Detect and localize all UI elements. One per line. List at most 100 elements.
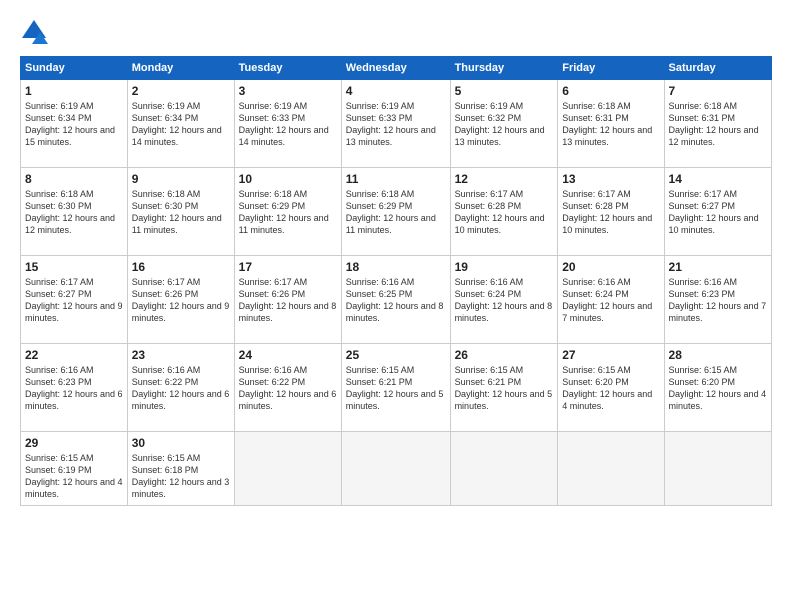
day-info: Sunrise: 6:17 AMSunset: 6:27 PMDaylight:…	[669, 188, 767, 237]
calendar-cell	[558, 432, 664, 506]
day-info: Sunrise: 6:17 AMSunset: 6:26 PMDaylight:…	[132, 276, 230, 325]
day-info: Sunrise: 6:16 AMSunset: 6:25 PMDaylight:…	[346, 276, 446, 325]
day-number: 13	[562, 172, 659, 186]
calendar-cell: 26 Sunrise: 6:15 AMSunset: 6:21 PMDayligh…	[450, 344, 558, 432]
calendar-cell: 16Sunrise: 6:17 AMSunset: 6:26 PMDayligh…	[127, 256, 234, 344]
calendar-cell: 6 Sunrise: 6:18 AMSunset: 6:31 PMDaylight…	[558, 80, 664, 168]
week-row-1: 8 Sunrise: 6:18 AMSunset: 6:30 PMDaylight…	[21, 168, 772, 256]
weekday-header-row: SundayMondayTuesdayWednesdayThursdayFrid…	[21, 57, 772, 80]
calendar-cell: 7 Sunrise: 6:18 AMSunset: 6:31 PMDaylight…	[664, 80, 771, 168]
day-info: Sunrise: 6:18 AMSunset: 6:30 PMDaylight:…	[25, 188, 123, 237]
day-number: 3	[239, 84, 337, 98]
day-info: Sunrise: 6:17 AMSunset: 6:28 PMDaylight:…	[455, 188, 554, 237]
weekday-thursday: Thursday	[450, 57, 558, 80]
calendar-cell: 22 Sunrise: 6:16 AMSunset: 6:23 PMDayligh…	[21, 344, 128, 432]
calendar-cell	[664, 432, 771, 506]
calendar-cell: 21 Sunrise: 6:16 AMSunset: 6:23 PMDayligh…	[664, 256, 771, 344]
calendar-cell: 12Sunrise: 6:17 AMSunset: 6:28 PMDayligh…	[450, 168, 558, 256]
calendar-cell: 18 Sunrise: 6:16 AMSunset: 6:25 PMDayligh…	[341, 256, 450, 344]
calendar-cell: 30 Sunrise: 6:15 AMSunset: 6:18 PMDayligh…	[127, 432, 234, 506]
logo	[20, 18, 52, 46]
week-row-4: 29 Sunrise: 6:15 AMSunset: 6:19 PMDayligh…	[21, 432, 772, 506]
day-number: 1	[25, 84, 123, 98]
calendar-cell: 27 Sunrise: 6:15 AMSunset: 6:20 PMDayligh…	[558, 344, 664, 432]
calendar-cell	[341, 432, 450, 506]
calendar-cell: 25 Sunrise: 6:15 AMSunset: 6:21 PMDayligh…	[341, 344, 450, 432]
day-number: 21	[669, 260, 767, 274]
day-number: 29	[25, 436, 123, 450]
day-number: 2	[132, 84, 230, 98]
logo-icon	[20, 18, 48, 46]
calendar-cell: 11 Sunrise: 6:18 AMSunset: 6:29 PMDayligh…	[341, 168, 450, 256]
day-number: 24	[239, 348, 337, 362]
calendar-cell: 3Sunrise: 6:19 AMSunset: 6:33 PMDaylight…	[234, 80, 341, 168]
calendar-cell	[234, 432, 341, 506]
day-info: Sunrise: 6:17 AMSunset: 6:26 PMDaylight:…	[239, 276, 337, 325]
week-row-0: 1 Sunrise: 6:19 AMSunset: 6:34 PMDaylight…	[21, 80, 772, 168]
day-number: 23	[132, 348, 230, 362]
day-info: Sunrise: 6:15 AMSunset: 6:21 PMDaylight:…	[346, 364, 446, 413]
day-info: Sunrise: 6:15 AMSunset: 6:19 PMDaylight:…	[25, 452, 123, 501]
day-number: 8	[25, 172, 123, 186]
day-info: Sunrise: 6:19 AMSunset: 6:32 PMDaylight:…	[455, 100, 554, 149]
calendar-cell: 8 Sunrise: 6:18 AMSunset: 6:30 PMDaylight…	[21, 168, 128, 256]
day-number: 15	[25, 260, 123, 274]
week-row-3: 22 Sunrise: 6:16 AMSunset: 6:23 PMDayligh…	[21, 344, 772, 432]
day-info: Sunrise: 6:16 AMSunset: 6:24 PMDaylight:…	[455, 276, 554, 325]
day-info: Sunrise: 6:16 AMSunset: 6:24 PMDaylight:…	[562, 276, 659, 325]
day-number: 26	[455, 348, 554, 362]
day-number: 9	[132, 172, 230, 186]
day-info: Sunrise: 6:16 AMSunset: 6:23 PMDaylight:…	[669, 276, 767, 325]
calendar-cell: 5 Sunrise: 6:19 AMSunset: 6:32 PMDaylight…	[450, 80, 558, 168]
day-number: 25	[346, 348, 446, 362]
day-number: 14	[669, 172, 767, 186]
header	[20, 18, 772, 46]
day-number: 6	[562, 84, 659, 98]
day-number: 20	[562, 260, 659, 274]
day-number: 10	[239, 172, 337, 186]
day-number: 17	[239, 260, 337, 274]
calendar-cell: 20 Sunrise: 6:16 AMSunset: 6:24 PMDayligh…	[558, 256, 664, 344]
week-row-2: 15 Sunrise: 6:17 AMSunset: 6:27 PMDayligh…	[21, 256, 772, 344]
day-info: Sunrise: 6:15 AMSunset: 6:20 PMDaylight:…	[562, 364, 659, 413]
day-info: Sunrise: 6:18 AMSunset: 6:29 PMDaylight:…	[346, 188, 446, 237]
weekday-sunday: Sunday	[21, 57, 128, 80]
day-info: Sunrise: 6:15 AMSunset: 6:20 PMDaylight:…	[669, 364, 767, 413]
day-info: Sunrise: 6:17 AMSunset: 6:27 PMDaylight:…	[25, 276, 123, 325]
calendar-cell: 2 Sunrise: 6:19 AMSunset: 6:34 PMDaylight…	[127, 80, 234, 168]
day-number: 22	[25, 348, 123, 362]
calendar-cell: 15 Sunrise: 6:17 AMSunset: 6:27 PMDayligh…	[21, 256, 128, 344]
day-number: 11	[346, 172, 446, 186]
day-info: Sunrise: 6:15 AMSunset: 6:18 PMDaylight:…	[132, 452, 230, 501]
calendar-cell: 28Sunrise: 6:15 AMSunset: 6:20 PMDayligh…	[664, 344, 771, 432]
day-info: Sunrise: 6:16 AMSunset: 6:23 PMDaylight:…	[25, 364, 123, 413]
weekday-friday: Friday	[558, 57, 664, 80]
day-info: Sunrise: 6:16 AMSunset: 6:22 PMDaylight:…	[132, 364, 230, 413]
day-number: 4	[346, 84, 446, 98]
weekday-saturday: Saturday	[664, 57, 771, 80]
day-info: Sunrise: 6:19 AMSunset: 6:34 PMDaylight:…	[25, 100, 123, 149]
day-info: Sunrise: 6:15 AMSunset: 6:21 PMDaylight:…	[455, 364, 554, 413]
calendar-table: SundayMondayTuesdayWednesdayThursdayFrid…	[20, 56, 772, 506]
calendar-cell: 29 Sunrise: 6:15 AMSunset: 6:19 PMDayligh…	[21, 432, 128, 506]
day-info: Sunrise: 6:18 AMSunset: 6:30 PMDaylight:…	[132, 188, 230, 237]
calendar-cell: 14 Sunrise: 6:17 AMSunset: 6:27 PMDayligh…	[664, 168, 771, 256]
calendar-cell: 19 Sunrise: 6:16 AMSunset: 6:24 PMDayligh…	[450, 256, 558, 344]
day-info: Sunrise: 6:19 AMSunset: 6:33 PMDaylight:…	[346, 100, 446, 149]
weekday-tuesday: Tuesday	[234, 57, 341, 80]
calendar-cell: 1 Sunrise: 6:19 AMSunset: 6:34 PMDaylight…	[21, 80, 128, 168]
day-info: Sunrise: 6:18 AMSunset: 6:31 PMDaylight:…	[669, 100, 767, 149]
day-info: Sunrise: 6:19 AMSunset: 6:34 PMDaylight:…	[132, 100, 230, 149]
day-info: Sunrise: 6:16 AMSunset: 6:22 PMDaylight:…	[239, 364, 337, 413]
day-info: Sunrise: 6:18 AMSunset: 6:29 PMDaylight:…	[239, 188, 337, 237]
day-number: 30	[132, 436, 230, 450]
day-number: 18	[346, 260, 446, 274]
day-number: 7	[669, 84, 767, 98]
calendar-body: 1 Sunrise: 6:19 AMSunset: 6:34 PMDaylight…	[21, 80, 772, 506]
calendar-cell: 17 Sunrise: 6:17 AMSunset: 6:26 PMDayligh…	[234, 256, 341, 344]
day-number: 19	[455, 260, 554, 274]
day-info: Sunrise: 6:18 AMSunset: 6:31 PMDaylight:…	[562, 100, 659, 149]
day-number: 5	[455, 84, 554, 98]
day-number: 27	[562, 348, 659, 362]
day-info: Sunrise: 6:17 AMSunset: 6:28 PMDaylight:…	[562, 188, 659, 237]
